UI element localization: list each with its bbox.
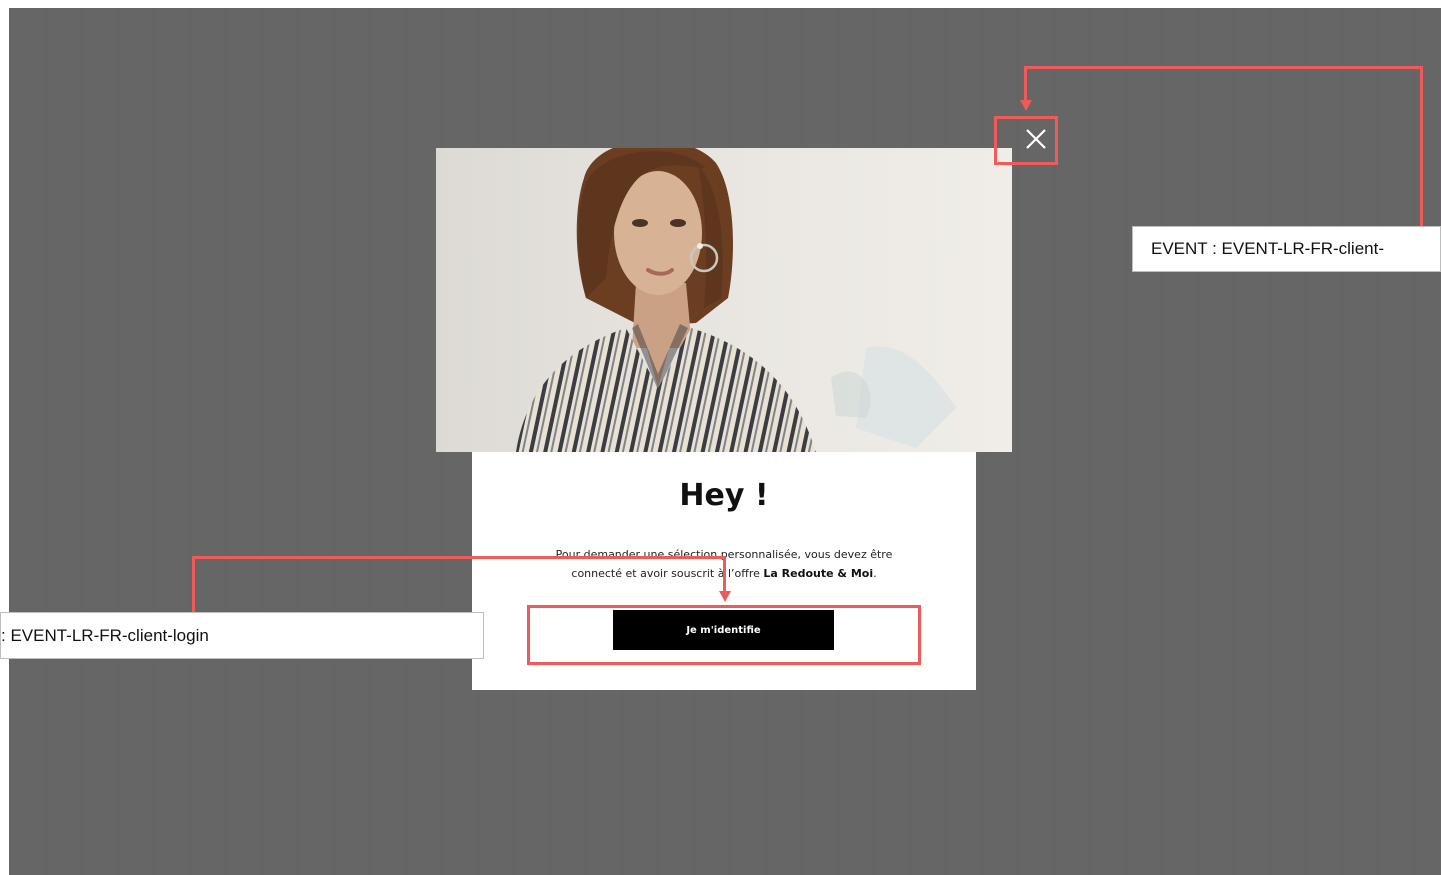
close-connector-horizontal — [1024, 66, 1423, 69]
login-connector-arrow — [718, 591, 731, 602]
modal-description-line2-suffix: . — [873, 567, 877, 580]
login-highlight-box — [527, 605, 921, 665]
close-connector-vertical-right — [1420, 66, 1423, 228]
close-connector-vertical-left — [1024, 66, 1027, 102]
modal-title: Hey ! — [679, 478, 769, 513]
close-highlight-box — [994, 116, 1058, 165]
modal-description-line2-prefix: connecté et avoir souscrit à l’offre — [571, 567, 764, 580]
offer-name: La Redoute & Moi — [763, 567, 874, 580]
login-connector-vertical-right — [723, 556, 726, 592]
close-connector-arrow — [1019, 100, 1032, 111]
login-connector-vertical-left — [192, 556, 195, 614]
login-connector-horizontal — [192, 556, 726, 559]
hero-image — [436, 148, 1012, 452]
login-event-label: : EVENT-LR-FR-client-login — [0, 612, 484, 659]
close-event-label: EVENT : EVENT-LR-FR-client- — [1132, 226, 1441, 272]
